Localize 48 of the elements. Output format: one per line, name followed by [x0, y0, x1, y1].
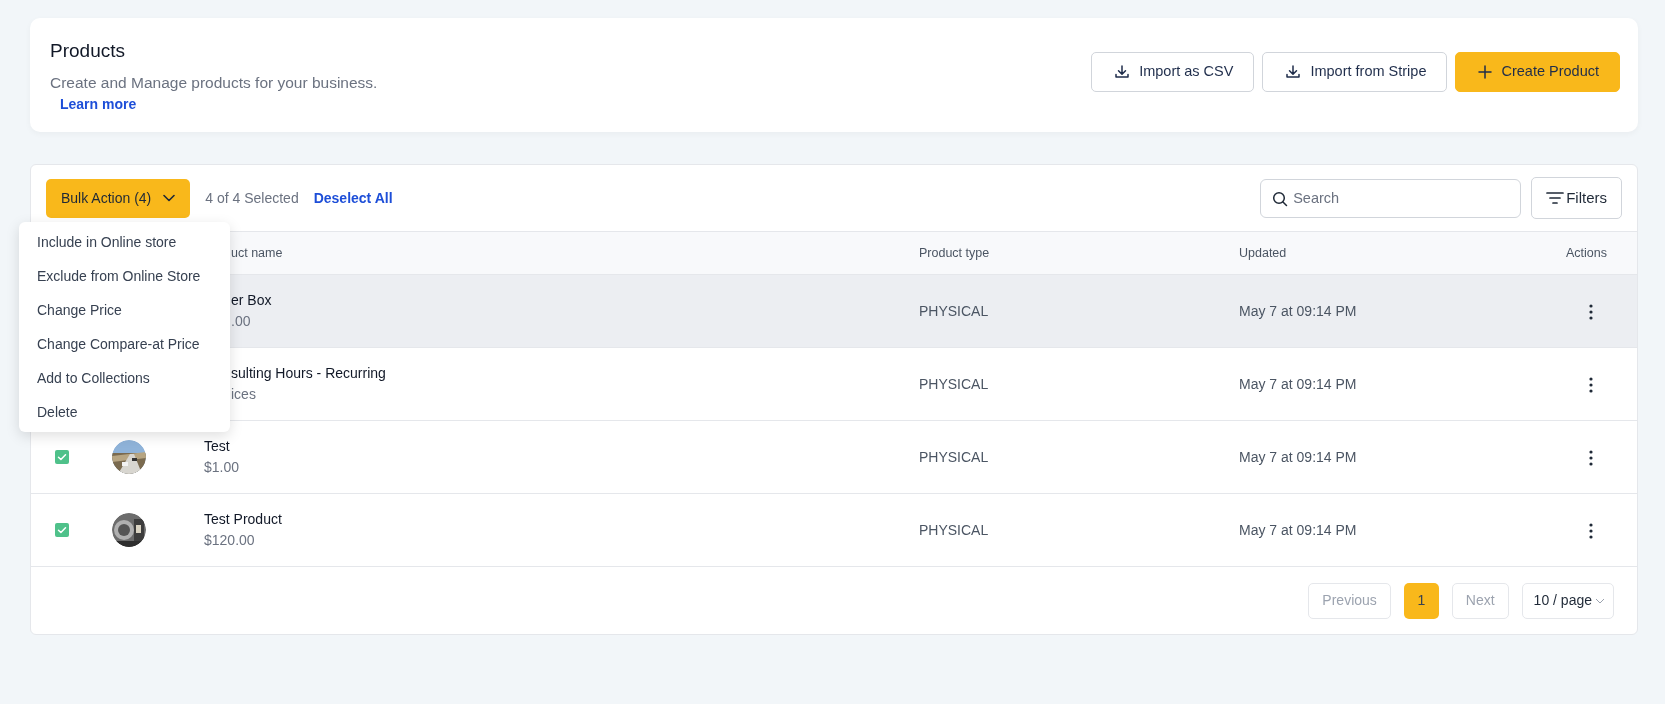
page-title: Products — [50, 40, 126, 63]
more-options-icon[interactable] — [1589, 449, 1593, 466]
product-type: PHYSICAL — [919, 448, 989, 465]
download-icon — [1285, 64, 1302, 80]
updated-date: May 7 at 09:14 PM — [1239, 448, 1357, 465]
column-header: uct name — [231, 245, 283, 260]
import-button[interactable]: Import as CSV — [1091, 52, 1255, 92]
create-product-button[interactable]: Create Product — [1455, 52, 1620, 92]
chevron-down-icon — [1595, 597, 1605, 604]
menu-item[interactable]: Include in Online store — [19, 225, 230, 259]
updated-date: May 7 at 09:14 PM — [1239, 302, 1357, 319]
selection-count: 4 of 4 Selected — [205, 188, 299, 208]
column-header: Actions — [1566, 245, 1607, 260]
page-button[interactable]: 1 — [1403, 582, 1439, 619]
product-type: PHYSICAL — [919, 521, 989, 538]
more-options-icon[interactable] — [1589, 522, 1593, 539]
search-field[interactable]: Search — [1260, 178, 1522, 218]
product-name: Test Product — [204, 510, 283, 529]
deselect-all-link[interactable]: Deselect All — [313, 187, 393, 209]
table-row[interactable]: Test Product $120.00 PHYSICAL May 7 at 09:14 PM — [31, 493, 1637, 566]
filters-button[interactable]: Filters — [1531, 177, 1622, 219]
product-price: $120.00 — [204, 531, 256, 550]
import-button[interactable]: Import from Stripe — [1262, 52, 1448, 92]
product-type: PHYSICAL — [919, 375, 989, 392]
learn-more-link[interactable]: Learn more — [60, 96, 137, 113]
more-options-icon[interactable] — [1589, 303, 1593, 320]
download-icon — [1114, 64, 1131, 80]
checkbox[interactable] — [55, 523, 69, 537]
column-header: Product type — [919, 245, 990, 260]
product-name: er Box — [231, 291, 273, 310]
more-options-icon[interactable] — [1589, 376, 1593, 393]
page-size-select[interactable]: 10 / page — [1521, 582, 1614, 619]
product-price: .00 — [231, 312, 252, 331]
product-price: $1.00 — [204, 458, 241, 477]
updated-date: May 7 at 09:14 PM — [1239, 521, 1357, 538]
chevron-down-icon — [163, 194, 176, 202]
checkbox[interactable] — [55, 450, 69, 464]
bulk-action-button[interactable]: Bulk Action (4) — [46, 178, 191, 218]
product-name: Test — [204, 437, 231, 456]
filter-icon — [1546, 191, 1565, 205]
product-name: sulting Hours - Recurring — [231, 364, 387, 383]
product-price: ices — [231, 385, 257, 404]
updated-date: May 7 at 09:14 PM — [1239, 375, 1357, 392]
search-icon — [1272, 190, 1289, 207]
plus-icon — [1478, 65, 1493, 79]
page-subtitle: Create and Manage products for your business. — [50, 72, 378, 93]
product-type: PHYSICAL — [919, 302, 989, 319]
column-header: Updated — [1239, 245, 1287, 260]
